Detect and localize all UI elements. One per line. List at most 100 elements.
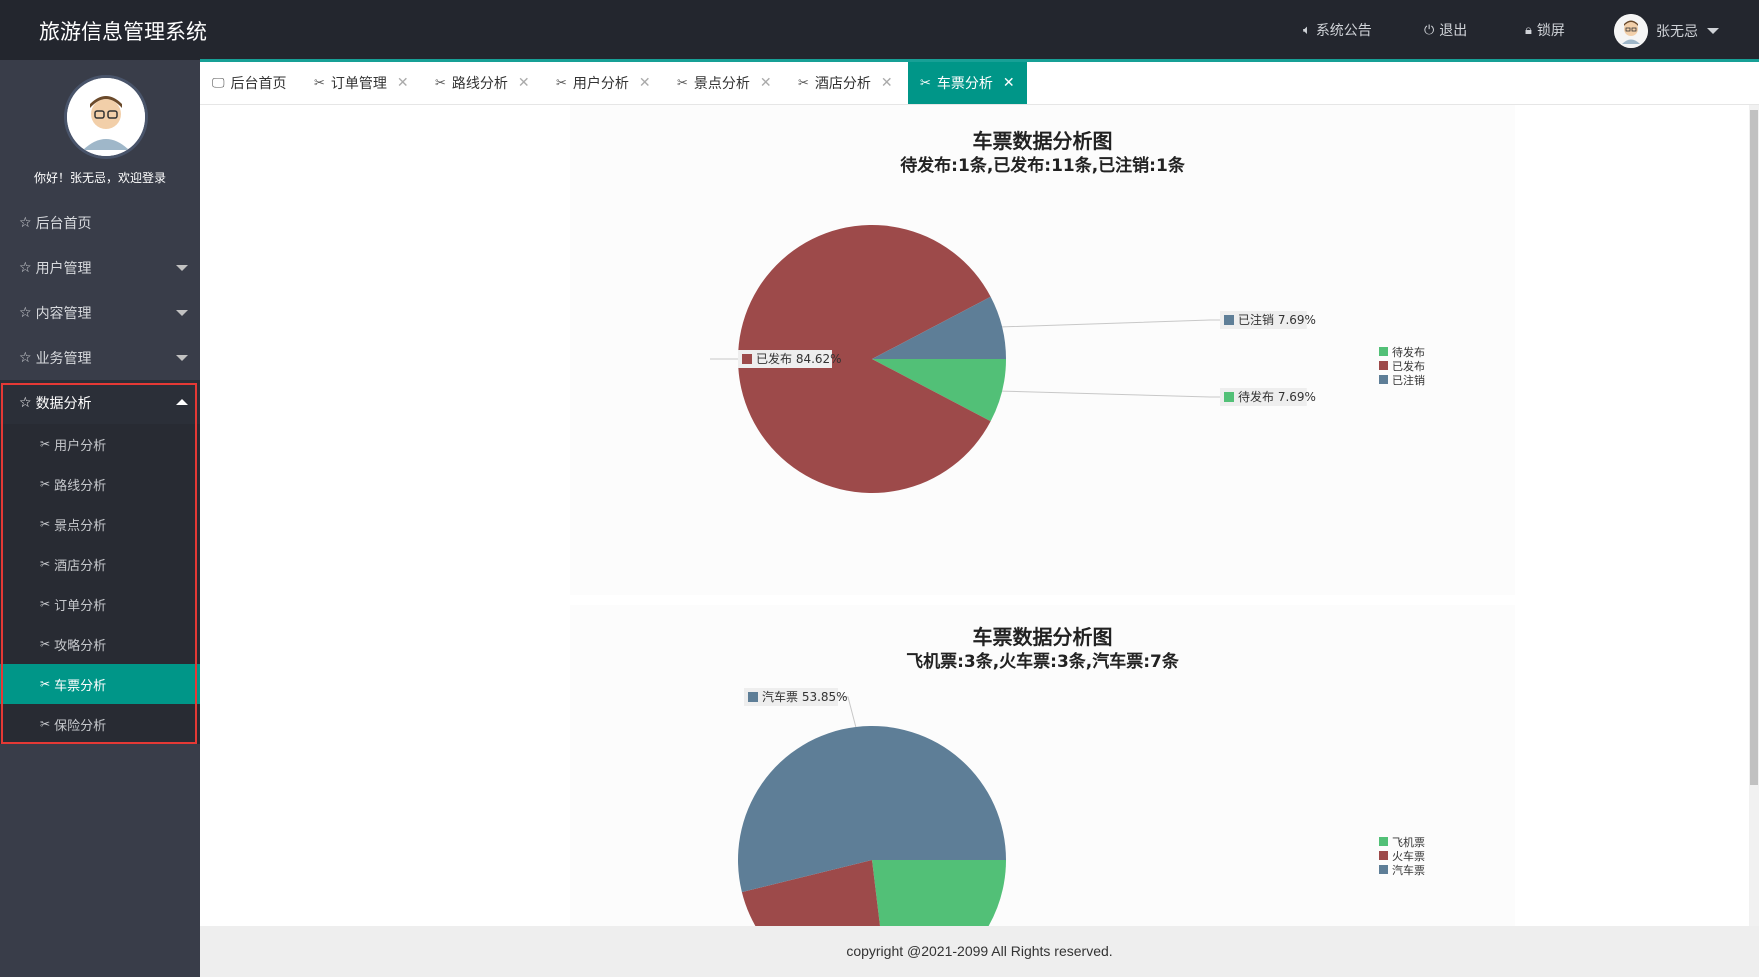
legend-label[interactable]: 已注销 — [1392, 373, 1425, 387]
close-icon[interactable]: ✕ — [397, 75, 409, 91]
sidebar-item-label: 后台首页 — [35, 215, 92, 232]
sidebar-item-content-management[interactable]: ☆ 内容管理 — [0, 290, 200, 335]
tool-icon: ✂︎ — [314, 75, 325, 91]
tool-icon: ✂︎ — [798, 75, 809, 91]
tab-label: 路线分析 — [451, 76, 508, 92]
sidebar-item-label: 内容管理 — [35, 305, 92, 322]
main-panel: 🖵︎ 后台首页 ✂︎ 订单管理 ✕ ✂︎ 路线分析 ✕ ✂︎ 用户分析 ✕ ✂︎… — [200, 62, 1759, 977]
star-icon: ☆ — [19, 304, 32, 321]
vertical-scrollbar[interactable] — [1749, 105, 1759, 926]
monitor-icon: 🖵︎ — [212, 75, 225, 91]
sidebar-subitem-ticket-analysis[interactable]: ✂︎ 车票分析 — [0, 664, 200, 704]
data-label-swatch — [748, 692, 758, 702]
lock-icon: 🔒︎ — [1525, 22, 1532, 38]
user-name[interactable]: 张无忌 — [1656, 21, 1698, 41]
chart-container: 车票数据分析图 待发布:1条,已发布:11条,已注销:1条 待发布 7.69% 待… — [570, 105, 1515, 595]
star-icon: ☆ — [19, 259, 32, 276]
legend-label[interactable]: 火车票 — [1392, 849, 1425, 863]
tab-order-management[interactable]: ✂︎ 订单管理 ✕ — [314, 62, 409, 104]
sidebar-item-label: 数据分析 — [35, 395, 92, 412]
legend-swatch[interactable] — [1379, 851, 1388, 860]
chevron-up-icon — [176, 399, 188, 405]
power-icon: ⏻ — [1424, 22, 1435, 38]
chevron-down-icon — [176, 310, 188, 316]
sidebar-item-dashboard[interactable]: ☆ 后台首页 — [0, 200, 200, 245]
data-label: 已注销 7.69% — [1238, 312, 1316, 327]
legend-swatch[interactable] — [1379, 375, 1388, 384]
tool-icon: ✂︎ — [556, 75, 567, 91]
legend-swatch[interactable] — [1379, 361, 1388, 370]
legend-label[interactable]: 待发布 — [1392, 345, 1425, 359]
sidebar-subitem-user-analysis[interactable]: ✂︎ 用户分析 — [0, 424, 200, 464]
sidebar-subitem-label: 订单分析 — [54, 598, 107, 614]
legend-swatch[interactable] — [1379, 865, 1388, 874]
sidebar-subitem-label: 攻略分析 — [54, 638, 107, 654]
close-icon[interactable]: ✕ — [881, 75, 893, 91]
data-label: 待发布 7.69% — [1238, 389, 1316, 404]
chart-container: 车票数据分析图 飞机票:3条,火车票:3条,汽车票:7条 飞机票 火车票 汽车票 5… — [570, 605, 1515, 926]
sidebar-subitem-insurance-analysis[interactable]: ✂︎ 保险分析 — [0, 704, 200, 744]
sidebar-subitem-label: 车票分析 — [54, 678, 107, 694]
sidebar-subitem-route-analysis[interactable]: ✂︎ 路线分析 — [0, 464, 200, 504]
legend-label[interactable]: 汽车票 — [1392, 863, 1425, 877]
legend-swatch[interactable] — [1379, 837, 1388, 846]
legend-swatch[interactable] — [1379, 347, 1388, 356]
sidebar-subitem-hotel-analysis[interactable]: ✂︎ 酒店分析 — [0, 544, 200, 584]
legend-label[interactable]: 飞机票 — [1392, 835, 1425, 849]
tool-icon: ✂︎ — [435, 75, 446, 91]
sidebar-item-data-analysis[interactable]: ☆ 数据分析 — [0, 380, 200, 425]
chevron-down-icon — [176, 265, 188, 271]
sidebar-subitem-guide-analysis[interactable]: ✂︎ 攻略分析 — [0, 624, 200, 664]
close-icon[interactable]: ✕ — [518, 75, 530, 91]
scrollbar-thumb[interactable] — [1750, 110, 1758, 785]
sidebar-item-business-management[interactable]: ☆ 业务管理 — [0, 335, 200, 380]
tab-label: 景点分析 — [693, 76, 750, 92]
tab-route-analysis[interactable]: ✂︎ 路线分析 ✕ — [435, 62, 530, 104]
tool-icon: ✂︎ — [40, 677, 51, 691]
data-label: 已发布 84.62% — [756, 351, 842, 366]
app-title: 旅游信息管理系统 — [39, 20, 207, 44]
lock-label: 锁屏 — [1536, 23, 1565, 39]
pie-chart: 飞机票火车票 汽车票 53.85% 汽车票 — [738, 688, 1425, 926]
close-icon[interactable]: ✕ — [760, 75, 772, 91]
data-label-swatch — [742, 354, 752, 364]
tab-label: 酒店分析 — [814, 76, 871, 92]
pie-slice[interactable] — [872, 860, 1006, 926]
tab-ticket-analysis[interactable]: ✂︎ 车票分析 ✕ — [908, 62, 1027, 104]
tab-label: 订单管理 — [330, 76, 387, 92]
tool-icon: ✂︎ — [40, 557, 51, 571]
notice-button[interactable]: 🔈︎ 系统公告 — [1303, 20, 1372, 40]
tab-scenic-analysis[interactable]: ✂︎ 景点分析 ✕ — [677, 62, 772, 104]
sidebar-item-user-management[interactable]: ☆ 用户管理 — [0, 245, 200, 290]
tool-icon: ✂︎ — [40, 717, 51, 731]
data-label-swatch — [1224, 315, 1234, 325]
chevron-down-icon[interactable] — [1707, 28, 1719, 34]
star-icon: ☆ — [19, 349, 32, 366]
close-icon[interactable]: ✕ — [639, 75, 651, 91]
close-icon[interactable]: ✕ — [1003, 75, 1015, 91]
user-avatar[interactable] — [1614, 14, 1648, 48]
sidebar-subitem-scenic-analysis[interactable]: ✂︎ 景点分析 — [0, 504, 200, 544]
legend-label[interactable]: 已发布 — [1392, 359, 1425, 373]
logout-label: 退出 — [1439, 23, 1468, 39]
tab-user-analysis[interactable]: ✂︎ 用户分析 ✕ — [556, 62, 651, 104]
sidebar-subitem-order-analysis[interactable]: ✂︎ 订单分析 — [0, 584, 200, 624]
star-icon: ☆ — [19, 214, 32, 231]
tab-dashboard[interactable]: 🖵︎ 后台首页 — [212, 62, 287, 104]
leader-line — [1002, 319, 1220, 328]
data-label: 汽车票 53.85% — [762, 689, 848, 704]
sidebar-subitem-label: 酒店分析 — [54, 558, 107, 574]
tab-label: 用户分析 — [572, 76, 629, 92]
tool-icon: ✂︎ — [677, 75, 688, 91]
sidebar-subitem-label: 路线分析 — [54, 478, 107, 494]
tab-hotel-analysis[interactable]: ✂︎ 酒店分析 ✕ — [798, 62, 893, 104]
tool-icon: ✂︎ — [40, 637, 51, 651]
top-header: 旅游信息管理系统 🔈︎ 系统公告 ⏻ 退出 🔒︎ 锁屏 张无忌 — [0, 0, 1759, 60]
logout-button[interactable]: ⏻ 退出 — [1424, 20, 1467, 40]
footer: copyright @2021-2099 All Rights reserved… — [200, 926, 1759, 977]
welcome-text: 你好！张无忌，欢迎登录 — [33, 171, 166, 185]
speaker-icon: 🔈︎ — [1303, 22, 1311, 38]
lock-button[interactable]: 🔒︎ 锁屏 — [1525, 20, 1565, 40]
sidebar-item-label: 用户管理 — [35, 260, 92, 277]
sidebar: 你好！张无忌，欢迎登录 ☆ 后台首页 ☆ 用户管理 ☆ 内容管理 ☆ 业务管理 … — [0, 60, 200, 977]
